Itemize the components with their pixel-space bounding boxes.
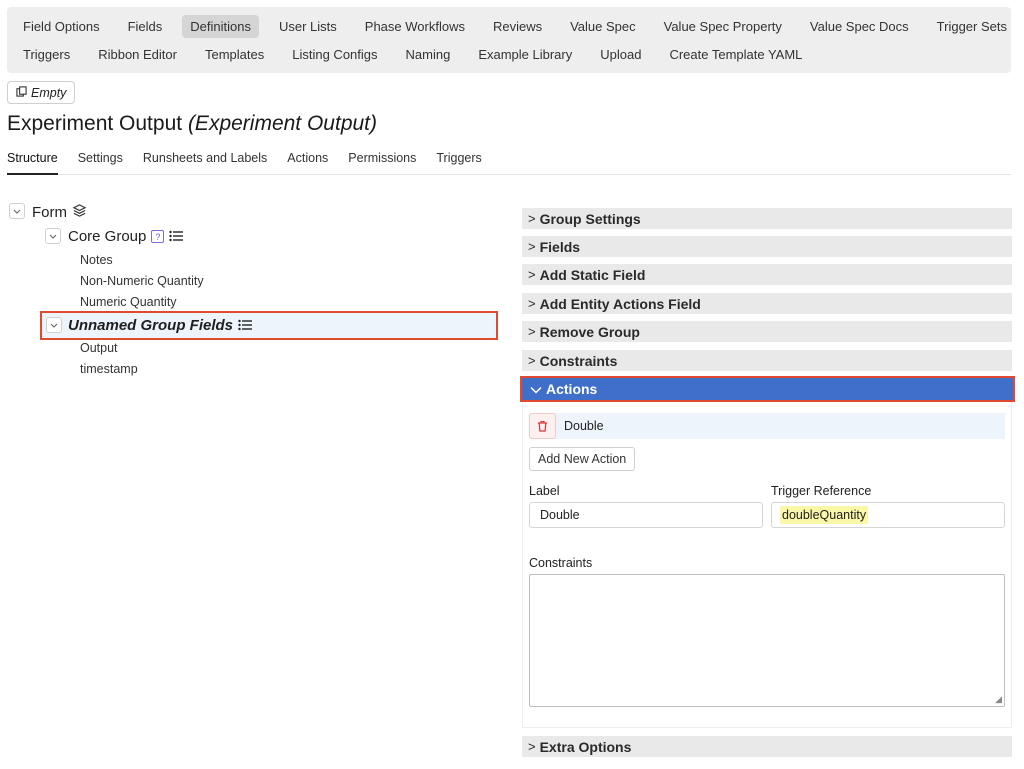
page-title-main: Experiment Output <box>7 112 183 135</box>
nav-upload[interactable]: Upload <box>592 43 649 66</box>
tree-field-non-numeric-quantity[interactable]: Non-Numeric Quantity <box>80 274 204 288</box>
help-icon[interactable]: ? <box>151 230 165 243</box>
resize-handle-icon[interactable]: ◢ <box>995 694 1002 705</box>
tree-field-numeric-quantity[interactable]: Numeric Quantity <box>80 295 177 309</box>
section-extra-options[interactable]: > Extra Options <box>522 736 1012 757</box>
layers-icon <box>72 203 87 222</box>
chevron-right-icon: > <box>528 239 536 254</box>
top-navigation: Field Options Fields Definitions User Li… <box>7 7 1011 73</box>
label-input[interactable]: Double <box>529 502 763 528</box>
core-group-label: Core Group <box>68 228 147 245</box>
tree-form-root[interactable]: Form <box>32 203 87 222</box>
section-fields[interactable]: > Fields <box>522 236 1012 257</box>
action-item-label: Double <box>564 419 604 433</box>
nav-create-template-yaml[interactable]: Create Template YAML <box>661 43 810 66</box>
page-title-subtitle: (Experiment Output) <box>187 112 378 135</box>
label-input-value: Double <box>540 508 580 522</box>
empty-button[interactable]: Empty <box>7 81 76 104</box>
constraints-textarea[interactable]: ◢ <box>529 574 1005 707</box>
trigger-reference-input[interactable]: doubleQuantity <box>771 502 1005 528</box>
unnamed-group-collapse-toggle[interactable] <box>46 317 62 333</box>
nav-value-spec-property[interactable]: Value Spec Property <box>656 15 790 38</box>
section-group-settings[interactable]: > Group Settings <box>522 208 1012 229</box>
nav-value-spec-docs[interactable]: Value Spec Docs <box>802 15 917 38</box>
section-remove-group[interactable]: > Remove Group <box>522 321 1012 342</box>
tab-runsheets-and-labels[interactable]: Runsheets and Labels <box>143 148 267 175</box>
section-add-static-field-label: Add Static Field <box>539 266 646 283</box>
tree-core-group[interactable]: Core Group ? <box>68 228 184 245</box>
nav-value-spec[interactable]: Value Spec <box>562 15 644 38</box>
nav-user-lists[interactable]: User Lists <box>271 15 345 38</box>
page-title: Experiment Output (Experiment Output) <box>7 112 377 136</box>
section-actions[interactable]: Actions <box>520 376 1015 402</box>
constraints-caption: Constraints <box>529 556 593 570</box>
nav-fields[interactable]: Fields <box>120 15 171 38</box>
nav-row-1: Field Options Fields Definitions User Li… <box>15 12 1015 40</box>
nav-templates[interactable]: Templates <box>197 43 272 66</box>
chevron-right-icon: > <box>528 211 536 226</box>
section-fields-label: Fields <box>539 238 581 255</box>
tree-field-timestamp[interactable]: timestamp <box>80 362 138 376</box>
section-add-entity-actions-field[interactable]: > Add Entity Actions Field <box>522 293 1012 314</box>
section-remove-group-label: Remove Group <box>539 323 640 340</box>
nav-triggers[interactable]: Triggers <box>15 43 78 66</box>
nav-row-2: Triggers Ribbon Editor Templates Listing… <box>15 40 810 68</box>
chevron-right-icon: > <box>528 296 536 311</box>
empty-button-label: Empty <box>31 85 67 100</box>
tab-settings[interactable]: Settings <box>78 148 123 175</box>
add-new-action-button[interactable]: Add New Action <box>529 447 636 471</box>
chevron-right-icon: > <box>528 353 536 368</box>
section-add-entity-actions-field-label: Add Entity Actions Field <box>539 295 701 312</box>
nav-naming[interactable]: Naming <box>398 43 459 66</box>
chevron-down-icon <box>50 323 58 328</box>
tab-permissions[interactable]: Permissions <box>348 148 416 175</box>
nav-listing-configs[interactable]: Listing Configs <box>284 43 385 66</box>
section-constraints-label: Constraints <box>539 352 618 369</box>
copy-icon <box>16 85 27 100</box>
list-icon <box>169 229 184 245</box>
tab-actions[interactable]: Actions <box>287 148 328 175</box>
chevron-right-icon: > <box>528 267 536 282</box>
chevron-down-icon <box>13 209 21 214</box>
trash-icon <box>538 420 547 432</box>
core-group-collapse-toggle[interactable] <box>45 228 61 244</box>
chevron-right-icon: > <box>528 739 536 754</box>
section-group-settings-label: Group Settings <box>539 210 641 227</box>
tab-bar: Structure Settings Runsheets and Labels … <box>7 148 1011 175</box>
nav-reviews[interactable]: Reviews <box>485 15 550 38</box>
form-collapse-toggle[interactable] <box>9 203 25 219</box>
chevron-down-icon <box>530 381 542 397</box>
section-constraints[interactable]: > Constraints <box>522 350 1012 371</box>
nav-ribbon-editor[interactable]: Ribbon Editor <box>90 43 185 66</box>
nav-field-options[interactable]: Field Options <box>15 15 108 38</box>
tree-field-notes[interactable]: Notes <box>80 253 113 267</box>
list-icon <box>238 318 253 334</box>
tab-triggers[interactable]: Triggers <box>436 148 481 175</box>
chevron-down-icon <box>49 234 57 239</box>
trigger-reference-value: doubleQuantity <box>780 506 869 524</box>
tree-unnamed-group[interactable]: Unnamed Group Fields <box>68 317 253 334</box>
nav-example-library[interactable]: Example Library <box>470 43 580 66</box>
nav-phase-workflows[interactable]: Phase Workflows <box>357 15 473 38</box>
trigger-reference-caption: Trigger Reference <box>771 484 872 498</box>
tree-form-label: Form <box>32 204 67 221</box>
label-field-caption: Label <box>529 484 560 498</box>
tree-field-output[interactable]: Output <box>80 341 118 355</box>
chevron-right-icon: > <box>528 324 536 339</box>
tab-structure[interactable]: Structure <box>7 148 58 175</box>
nav-definitions[interactable]: Definitions <box>182 14 259 38</box>
nav-trigger-sets[interactable]: Trigger Sets <box>929 15 1015 38</box>
delete-action-button[interactable] <box>529 413 556 439</box>
section-add-static-field[interactable]: > Add Static Field <box>522 264 1012 285</box>
unnamed-group-label: Unnamed Group Fields <box>68 317 234 334</box>
section-actions-label: Actions <box>546 381 598 397</box>
section-extra-options-label: Extra Options <box>539 738 632 755</box>
